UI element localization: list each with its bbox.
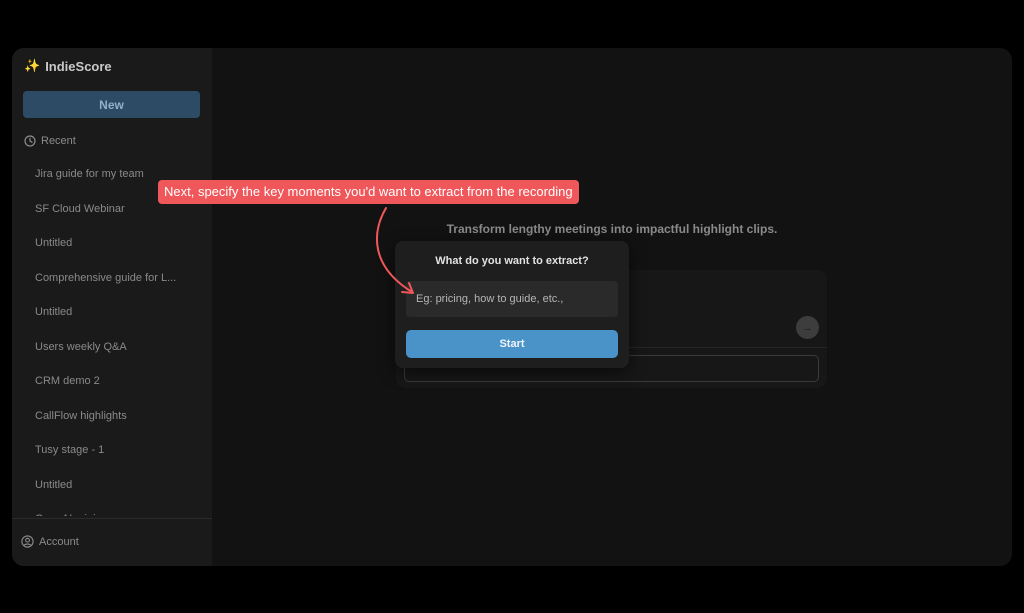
recent-label: Recent [41, 135, 76, 147]
send-button[interactable]: → [796, 316, 819, 339]
user-circle-icon [21, 535, 34, 548]
account-label: Account [39, 535, 79, 548]
history-item[interactable]: Untitled [12, 295, 212, 330]
history-list: Jira guide for my team SF Cloud Webinar … [12, 157, 212, 516]
history-item[interactable]: Tusy stage - 1 [12, 433, 212, 468]
start-button[interactable]: Start [406, 330, 618, 358]
history-item[interactable]: CRM demo 2 [12, 364, 212, 399]
history-item[interactable]: Comprehensive guide for L... [12, 261, 212, 296]
tutorial-callout: Next, specify the key moments you'd want… [158, 180, 579, 204]
extract-input[interactable] [406, 281, 618, 317]
clock-icon [24, 135, 36, 147]
sparkle-icon: ✨ [24, 58, 41, 73]
sidebar-divider [12, 518, 212, 519]
new-button[interactable]: New [23, 91, 200, 118]
history-item[interactable]: OpenAI mini [12, 502, 212, 516]
callout-arrow-icon [376, 207, 414, 294]
sidebar: ✨ IndieScore New Recent Jira guide for m… [12, 48, 212, 566]
dialog-title: What do you want to extract? [435, 255, 589, 267]
recent-header: Recent [24, 135, 76, 147]
history-item[interactable]: Users weekly Q&A [12, 330, 212, 365]
history-item[interactable]: Untitled [12, 226, 212, 261]
app-name: IndieScore [45, 58, 112, 74]
extract-dialog: What do you want to extract? Start [395, 241, 629, 368]
account-link[interactable]: Account [21, 535, 79, 548]
history-item[interactable]: Untitled [12, 468, 212, 503]
main-headline: Transform lengthy meetings into impactfu… [446, 222, 778, 236]
history-item[interactable]: CallFlow highlights [12, 399, 212, 434]
arrow-right-icon: → [802, 321, 813, 334]
brand[interactable]: ✨ IndieScore [24, 58, 112, 74]
